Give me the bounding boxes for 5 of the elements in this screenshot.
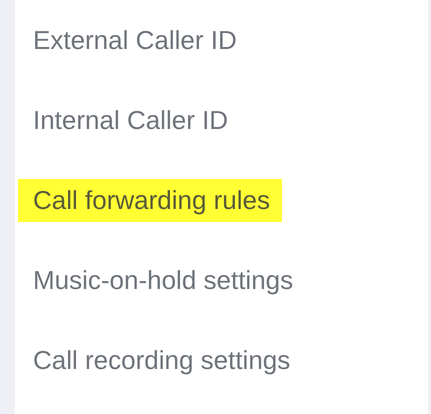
menu-item[interactable]: External Caller ID <box>18 18 249 62</box>
menu-item[interactable]: Call recording settings <box>18 338 302 382</box>
menu-item[interactable]: Internal Caller ID <box>18 98 240 142</box>
menu-item[interactable]: Call forwarding rules <box>18 178 282 222</box>
menu-item[interactable]: Music-on-hold settings <box>18 258 306 302</box>
